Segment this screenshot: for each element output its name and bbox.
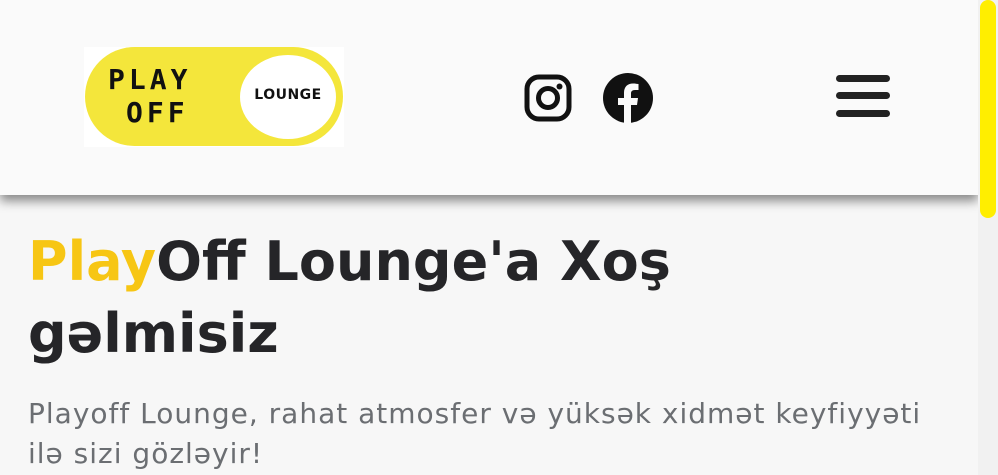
hero-title-accent: Play — [28, 230, 157, 293]
scrollbar-thumb[interactable] — [980, 0, 996, 218]
menu-bar-bottom — [836, 110, 890, 117]
instagram-icon[interactable] — [524, 74, 572, 122]
menu-bar-top — [836, 75, 890, 82]
hamburger-menu-icon[interactable] — [836, 72, 892, 120]
logo-word-lounge: LOUNGE — [254, 87, 322, 103]
logo-word-off: OFF — [126, 96, 189, 129]
logo[interactable]: PLAY OFF LOUNGE — [84, 47, 344, 147]
logo-word-play: PLAY — [108, 63, 192, 96]
hero-subtitle: Playoff Lounge, rahat atmosfer və yüksək… — [28, 397, 922, 470]
menu-bar-middle — [836, 92, 890, 99]
scrollbar-track[interactable] — [978, 0, 998, 475]
hero-title: PlayOff Lounge'a Xoş gəlmisiz — [28, 226, 888, 370]
facebook-icon[interactable] — [602, 72, 654, 124]
site-header: PLAY OFF LOUNGE — [0, 0, 978, 195]
